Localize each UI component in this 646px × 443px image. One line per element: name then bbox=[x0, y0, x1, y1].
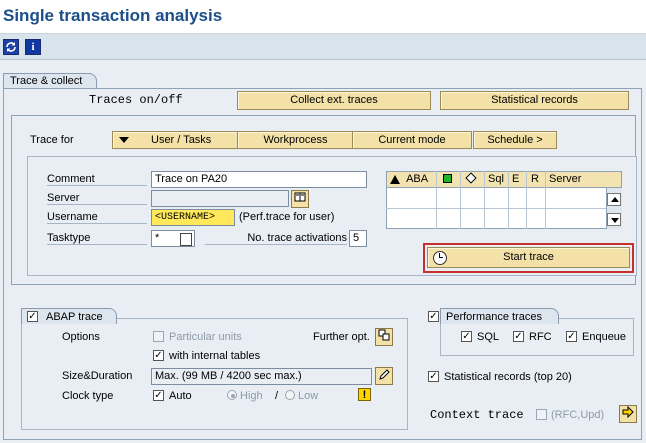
grid-col-r: R bbox=[531, 173, 539, 185]
statistical-records-button[interactable]: Statistical records bbox=[440, 91, 629, 110]
user-tasks-label: User / Tasks bbox=[151, 134, 212, 146]
schedule-button[interactable]: Schedule > bbox=[473, 131, 557, 149]
no-trace-activations-label: No. trace activations bbox=[205, 232, 347, 245]
abap-trace-label: ABAP trace bbox=[46, 311, 103, 323]
rfc-label: RFC bbox=[529, 331, 552, 343]
comment-label: Comment bbox=[47, 173, 147, 186]
rfc-checkbox[interactable]: ✓ bbox=[513, 331, 524, 342]
grid-divider bbox=[526, 171, 527, 229]
further-opt-label: Further opt. bbox=[313, 331, 370, 343]
tasktype-field[interactable]: * bbox=[151, 230, 195, 247]
grid-divider bbox=[508, 171, 509, 229]
particular-units-label: Particular units bbox=[169, 331, 242, 343]
comment-field[interactable]: Trace on PA20 bbox=[151, 171, 367, 188]
clock-type-label: Clock type bbox=[62, 390, 114, 402]
tasktype-value: * bbox=[155, 232, 160, 244]
start-clock-icon bbox=[433, 251, 447, 265]
start-trace-label: Start trace bbox=[503, 251, 554, 263]
context-trace-checkbox[interactable] bbox=[536, 409, 547, 420]
value-help-icon bbox=[180, 233, 192, 246]
low-label: Low bbox=[298, 390, 319, 402]
size-duration-field[interactable]: Max. (99 MB / 4200 sec max.) bbox=[151, 368, 372, 385]
refresh-icon[interactable] bbox=[3, 39, 19, 55]
grid-col-aba-label: ABA bbox=[406, 173, 429, 185]
tasktype-label: Tasktype bbox=[47, 232, 147, 245]
grid-row-line bbox=[386, 208, 606, 209]
auto-checkbox[interactable]: ✓ bbox=[153, 390, 164, 401]
grid-divider bbox=[484, 171, 485, 229]
grid-divider bbox=[460, 171, 461, 229]
edit-pencil-icon[interactable] bbox=[375, 367, 393, 385]
options-label: Options bbox=[62, 331, 100, 343]
arrow-down-icon bbox=[611, 218, 619, 223]
internal-tables-checkbox[interactable]: ✓ bbox=[153, 350, 164, 361]
scroll-up-button[interactable] bbox=[607, 193, 621, 206]
clock-separator: / bbox=[275, 390, 279, 402]
warning-triangle-icon bbox=[390, 174, 400, 184]
performance-traces-label: Performance traces bbox=[446, 311, 542, 323]
server-label: Server bbox=[47, 192, 147, 205]
grid-col-aba: ABA bbox=[390, 173, 428, 185]
rfc-upd-label: (RFC,Upd) bbox=[551, 409, 605, 421]
grid-col-sql: Sql bbox=[488, 173, 504, 185]
workprocess-button[interactable]: Workprocess bbox=[237, 131, 354, 149]
size-duration-label: Size&Duration bbox=[62, 370, 133, 382]
high-radio[interactable] bbox=[227, 390, 237, 400]
low-radio[interactable] bbox=[285, 390, 295, 400]
user-tasks-button[interactable]: User / Tasks bbox=[112, 131, 242, 149]
particular-units-checkbox[interactable] bbox=[153, 331, 164, 342]
performance-traces-checkbox[interactable]: ✓ bbox=[428, 311, 439, 322]
current-mode-button[interactable]: Current mode bbox=[352, 131, 472, 149]
auto-label: Auto bbox=[169, 390, 192, 402]
high-label: High bbox=[240, 390, 263, 402]
grid-col-server: Server bbox=[549, 173, 582, 185]
username-note: (Perf.trace for user) bbox=[239, 211, 335, 223]
statistical-records-checkbox[interactable]: ✓ bbox=[428, 371, 439, 382]
username-label: Username bbox=[47, 211, 147, 224]
abap-trace-checkbox[interactable]: ✓ bbox=[27, 311, 38, 322]
internal-tables-label: with internal tables bbox=[169, 350, 261, 362]
trace-for-label: Trace for bbox=[30, 134, 74, 146]
arrow-up-icon bbox=[611, 197, 619, 202]
grid-col-e: E bbox=[512, 173, 520, 185]
start-trace-button[interactable]: Start trace bbox=[427, 247, 630, 268]
info-icon[interactable]: i bbox=[25, 39, 41, 55]
grid-divider bbox=[436, 171, 437, 229]
page-title: Single transaction analysis bbox=[3, 6, 223, 25]
no-trace-activations-field[interactable]: 5 bbox=[349, 230, 367, 247]
grid-divider bbox=[545, 171, 546, 229]
sql-checkbox[interactable]: ✓ bbox=[461, 331, 472, 342]
collect-ext-traces-button[interactable]: Collect ext. traces bbox=[237, 91, 431, 110]
traces-onoff-label: Traces on/off bbox=[89, 93, 183, 107]
server-field[interactable] bbox=[151, 190, 289, 207]
enqueue-label: Enqueue bbox=[582, 331, 627, 343]
trace-collect-tab: Trace & collect bbox=[3, 73, 97, 88]
dropdown-triangle-icon bbox=[119, 137, 129, 143]
application-toolbar bbox=[0, 34, 646, 60]
warning-icon[interactable]: ! bbox=[358, 388, 371, 401]
further-options-icon[interactable] bbox=[375, 328, 393, 346]
green-status-icon bbox=[443, 174, 452, 183]
server-list-icon[interactable] bbox=[291, 190, 309, 208]
context-arrow-icon[interactable] bbox=[619, 405, 637, 423]
sql-label: SQL bbox=[477, 331, 500, 343]
statistical-records-top-label: Statistical records (top 20) bbox=[444, 371, 572, 383]
username-field[interactable]: <USERNAME> bbox=[151, 209, 235, 226]
scroll-down-button[interactable] bbox=[607, 213, 621, 226]
context-trace-label: Context trace bbox=[430, 408, 524, 422]
enqueue-checkbox[interactable]: ✓ bbox=[566, 331, 577, 342]
